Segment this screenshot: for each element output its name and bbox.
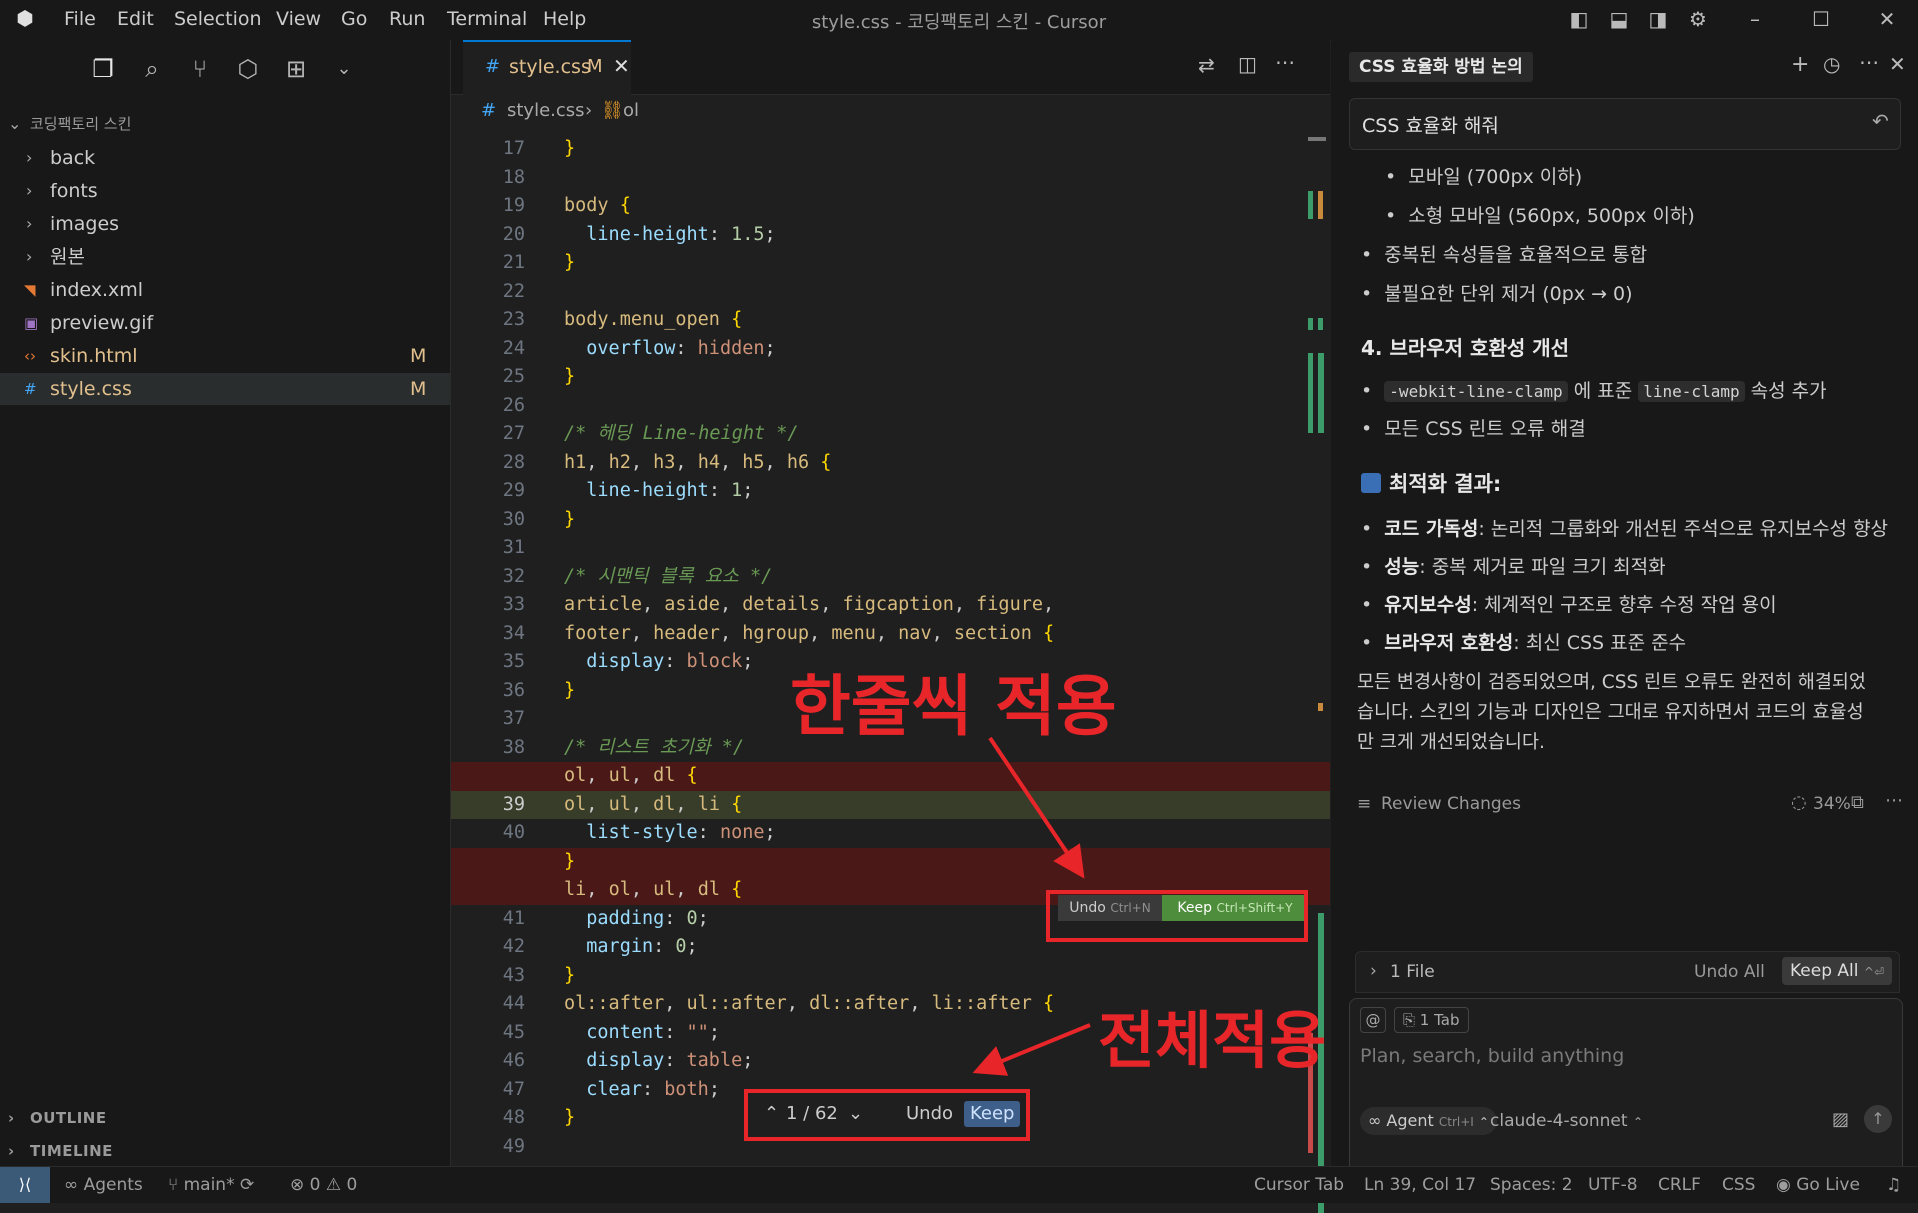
enter-key-icon: ^⏎ — [1863, 965, 1885, 979]
problems-status[interactable]: ⊗ 0 ⚠ 0 — [290, 1175, 357, 1195]
list-item: • 소형 모바일 (560px, 500px 이하) — [1385, 205, 1695, 227]
error-icon: ⊗ — [290, 1175, 305, 1195]
annotation-line-apply: 한줄씩 적용 — [790, 668, 1117, 745]
sync-icon: ⟳ — [240, 1175, 255, 1195]
list-item: • 유지보수성: 체계적인 구조로 향후 수정 작업 용이 — [1361, 594, 1777, 616]
mention-at-icon[interactable]: @ — [1360, 1007, 1386, 1033]
infinity-icon: ∞ — [1368, 1111, 1382, 1130]
list-item: • 성능: 중복 제거로 파일 크기 최적화 — [1361, 556, 1666, 578]
list-item: • 브라우저 호환성: 최신 CSS 표준 준수 — [1361, 632, 1687, 654]
context-tab-chip[interactable]: ⎘ 1 Tab — [1394, 1007, 1469, 1033]
agent-mode-dropdown[interactable]: ∞ Agent Ctrl+I ⌃ — [1360, 1107, 1497, 1135]
new-chat-plus-icon[interactable]: + — [1791, 52, 1809, 77]
summary-line: 모든 변경사항이 검증되었으며, CSS 린트 오류도 완전히 해결되었 — [1357, 672, 1866, 693]
broadcast-icon: ◉ — [1776, 1175, 1791, 1195]
encoding[interactable]: UTF-8 — [1588, 1175, 1638, 1195]
image-attach-icon[interactable]: ▨ — [1832, 1109, 1849, 1130]
cursor-tab-status[interactable]: Cursor Tab — [1254, 1175, 1344, 1195]
line-ending[interactable]: CRLF — [1658, 1175, 1701, 1195]
chevron-up-icon: ⌃ — [1478, 1115, 1489, 1129]
indentation[interactable]: Spaces: 2 — [1490, 1175, 1573, 1195]
infinity-icon: ∞ — [64, 1175, 79, 1195]
language-mode[interactable]: CSS — [1722, 1175, 1755, 1195]
list-item: • -webkit-line-clamp 에 표준 line-clamp 속성 … — [1361, 380, 1827, 402]
progress-spinner-icon: ◌ — [1791, 792, 1807, 813]
tab-file-icon: ⎘ — [1403, 1011, 1416, 1029]
status-bar: ⟩⟨ ∞ Agents ⑂ main* ⟳ ⊗ 0 ⚠ 0 Cursor Tab… — [0, 1166, 1918, 1203]
more-options-icon[interactable]: ⋯ — [1885, 790, 1903, 811]
branch-icon: ⑂ — [168, 1175, 179, 1195]
result-heading: 최적화 결과: — [1361, 468, 1501, 498]
review-changes-button[interactable]: Review Changes — [1381, 794, 1521, 814]
remote-icon[interactable]: ⟩⟨ — [0, 1167, 50, 1203]
notifications-bell-icon[interactable]: ♫ — [1886, 1175, 1901, 1195]
summary-line: 만 크게 개선되었습니다. — [1357, 732, 1545, 753]
annotation-arrow-line-apply — [988, 736, 1085, 879]
list-item: • 중복된 속성들을 효율적으로 통합 — [1361, 244, 1648, 266]
user-message[interactable]: CSS 효율화 해줘 ↶ — [1349, 98, 1901, 150]
list-item: • 불필요한 단위 제거 (0px → 0) — [1361, 283, 1633, 305]
keep-all-button[interactable]: Keep All ^⏎ — [1782, 957, 1893, 985]
chevron-up-icon: ⌃ — [1632, 1115, 1643, 1129]
close-chat-icon[interactable]: ✕ — [1889, 52, 1906, 76]
bar-chart-icon — [1361, 473, 1381, 493]
annotation-arrow-all-apply — [972, 1023, 1091, 1076]
summary-line: 습니다. 스킨의 기능과 디자인은 그대로 유지하면서 코드의 효율성 — [1357, 702, 1864, 723]
model-selector[interactable]: claude-4-sonnet ⌃ — [1490, 1111, 1643, 1131]
cursor-position[interactable]: Ln 39, Col 17 — [1364, 1175, 1476, 1195]
review-changes-row: ≡ Review Changes ◌ 34% ⧉ ⋯ — [1357, 790, 1903, 822]
chevron-right-icon[interactable]: › — [1370, 961, 1377, 981]
list-item: • 코드 가독성: 논리적 그룹화와 개선된 주석으로 유지보수성 향상 — [1361, 518, 1889, 540]
section-heading: 4. 브라우저 호환성 개선 — [1361, 336, 1570, 360]
pending-files-bar: › 1 File Undo All Keep All ^⏎ — [1355, 951, 1900, 993]
go-live-button[interactable]: ◉ Go Live — [1776, 1175, 1860, 1195]
warning-icon: ⚠ — [325, 1175, 342, 1195]
list-icon: ≡ — [1357, 794, 1372, 814]
send-arrow-icon[interactable]: ↑ — [1864, 1105, 1892, 1133]
chat-tab[interactable]: CSS 효율화 방법 논의 — [1349, 52, 1533, 82]
branch-status[interactable]: ⑂ main* ⟳ — [168, 1175, 254, 1195]
agents-status[interactable]: ∞ Agents — [64, 1175, 143, 1195]
chat-composer: @ ⎘ 1 Tab Plan, search, build anything ∞… — [1349, 998, 1903, 1190]
copy-icon[interactable]: ⧉ — [1851, 792, 1864, 813]
list-item: • 모든 CSS 린트 오류 해결 — [1361, 418, 1586, 440]
chat-input[interactable]: Plan, search, build anything — [1360, 1045, 1624, 1067]
history-icon[interactable]: ◷ — [1823, 52, 1840, 76]
undo-all-button[interactable]: Undo All — [1694, 962, 1765, 982]
more-options-icon[interactable]: ⋯ — [1859, 50, 1879, 74]
list-item: • 모바일 (700px 이하) — [1385, 166, 1583, 188]
progress-percent: 34% — [1813, 794, 1851, 814]
files-count[interactable]: 1 File — [1390, 962, 1435, 982]
revert-icon[interactable]: ↶ — [1872, 109, 1889, 133]
annotation-all-apply: 전체적용 — [1098, 1004, 1327, 1077]
chat-panel: CSS 효율화 방법 논의 + ◷ ⋯ ✕ CSS 효율화 해줘 ↶ • 모바일… — [1331, 40, 1918, 1190]
